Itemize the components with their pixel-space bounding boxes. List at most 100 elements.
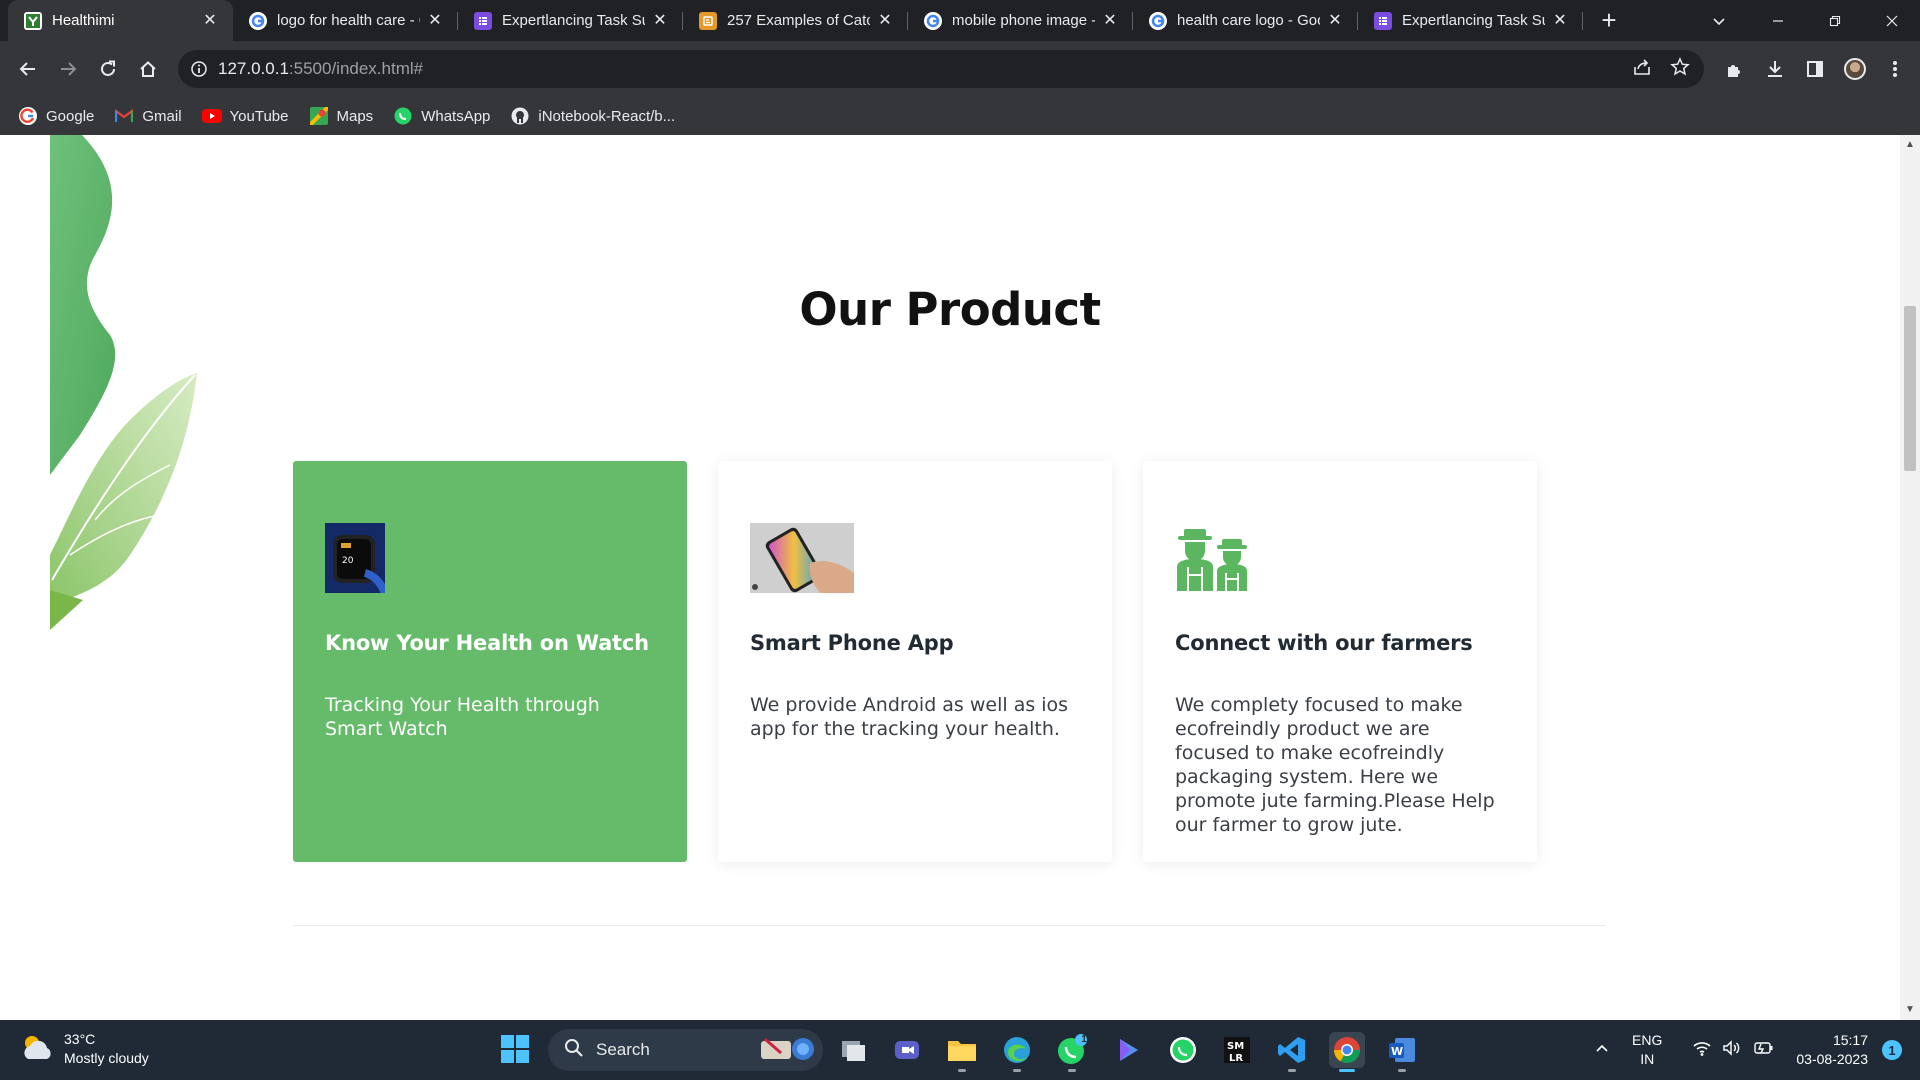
- task-view-icon[interactable]: [835, 1032, 871, 1068]
- forms-icon: [1374, 11, 1392, 30]
- copilot-icon[interactable]: [1110, 1032, 1146, 1068]
- bookmark-github[interactable]: iNotebook-React/b...: [510, 106, 675, 126]
- whatsapp-badge: 1: [1081, 1034, 1087, 1045]
- wifi-icon[interactable]: [1692, 1040, 1712, 1061]
- site-info-icon[interactable]: [190, 60, 208, 78]
- extensions-icon[interactable]: [1724, 58, 1746, 80]
- minimize-icon[interactable]: [1749, 0, 1806, 41]
- tab-catchy-examples[interactable]: 257 Examples of Catchy ✕: [683, 0, 908, 41]
- scroll-up-icon[interactable]: ▲: [1900, 137, 1920, 153]
- whatsapp-desktop-icon[interactable]: 1: [1054, 1032, 1090, 1072]
- tab-health-logo[interactable]: health care logo - Google ✕: [1133, 0, 1358, 41]
- menu-kebab-icon[interactable]: [1884, 58, 1906, 80]
- whatsapp-web-icon[interactable]: [1165, 1032, 1201, 1068]
- google-icon: [18, 106, 38, 126]
- tab-strip: Healthimi ✕ logo for health care - Googl…: [0, 0, 1920, 41]
- card-description: Tracking Your Health through Smart Watch: [325, 694, 600, 740]
- forms-icon: [474, 11, 492, 30]
- google-icon: [249, 11, 267, 30]
- browser-toolbar: 127.0.0.1:5500/index.html#: [0, 41, 1920, 97]
- forward-icon[interactable]: [48, 49, 88, 89]
- svg-text:LR: LR: [1229, 1053, 1243, 1064]
- close-tab-icon[interactable]: ✕: [1326, 12, 1344, 30]
- chrome-icon[interactable]: [1329, 1032, 1365, 1072]
- bookmark-gmail[interactable]: Gmail: [114, 106, 182, 126]
- chevron-up-icon[interactable]: [1594, 1040, 1610, 1061]
- bookmark-whatsapp[interactable]: WhatsApp: [393, 106, 490, 126]
- battery-icon[interactable]: [1752, 1040, 1774, 1061]
- tab-search-chevron-icon[interactable]: [1703, 0, 1735, 41]
- section-title: Our Product: [799, 283, 1101, 336]
- notification-badge[interactable]: 1: [1882, 1040, 1902, 1060]
- language-indicator[interactable]: ENG IN: [1632, 1031, 1662, 1069]
- product-card-watch[interactable]: 20 Know Your Health on Watch Tracking Yo…: [293, 461, 687, 862]
- bookmark-star-icon[interactable]: [1670, 56, 1690, 82]
- bookmark-label: iNotebook-React/b...: [538, 107, 676, 125]
- close-window-icon[interactable]: [1863, 0, 1920, 41]
- new-tab-button[interactable]: +: [1589, 0, 1629, 41]
- bookmark-youtube[interactable]: YouTube: [201, 106, 289, 126]
- card-title: Smart Phone App: [750, 631, 954, 655]
- word-icon[interactable]: W: [1384, 1032, 1420, 1072]
- gmail-icon: [114, 106, 134, 126]
- close-tab-icon[interactable]: ✕: [201, 12, 219, 30]
- weather-temperature: 33°C: [64, 1031, 96, 1047]
- maps-icon: [309, 106, 329, 126]
- profile-avatar[interactable]: [1844, 58, 1866, 80]
- back-icon[interactable]: [8, 49, 48, 89]
- bookmark-label: Gmail: [142, 107, 182, 125]
- smlr-app-icon[interactable]: SM LR: [1219, 1032, 1255, 1068]
- svg-text:20: 20: [342, 556, 354, 566]
- side-panel-icon[interactable]: [1804, 58, 1826, 80]
- share-icon[interactable]: [1632, 57, 1652, 82]
- restore-icon[interactable]: [1806, 0, 1863, 41]
- taskbar-search[interactable]: Search: [548, 1029, 823, 1071]
- tab-title: Expertlancing Task Submission: [502, 12, 645, 29]
- close-tab-icon[interactable]: ✕: [426, 12, 444, 30]
- edge-browser-icon[interactable]: [999, 1032, 1035, 1072]
- download-icon[interactable]: [1764, 58, 1786, 80]
- clock[interactable]: 15:17 03-08-2023: [1796, 1031, 1868, 1069]
- blogger-icon: [699, 11, 717, 30]
- file-explorer-icon[interactable]: [944, 1032, 980, 1072]
- product-card-farmers[interactable]: Connect with our farmers We complety foc…: [1143, 461, 1537, 862]
- tab-healthimi[interactable]: Healthimi ✕: [8, 0, 233, 41]
- volume-icon[interactable]: [1722, 1039, 1742, 1061]
- vertical-scrollbar[interactable]: ▲ ▼: [1900, 135, 1920, 1020]
- tab-expertlancing-2[interactable]: Expertlancing Task Submission ✕: [1358, 0, 1583, 41]
- bookmark-maps[interactable]: Maps: [309, 106, 373, 126]
- whatsapp-icon: [393, 106, 413, 126]
- leaf-decoration: [50, 135, 197, 630]
- phone-image: [750, 523, 1080, 593]
- vscode-icon[interactable]: [1274, 1032, 1310, 1072]
- scroll-down-icon[interactable]: ▼: [1900, 1002, 1920, 1018]
- page-viewport: Our Product 20 Know Your Health on Watch…: [0, 135, 1920, 1020]
- window-controls: [1749, 0, 1920, 41]
- search-icon: [564, 1038, 584, 1063]
- product-card-phone[interactable]: Smart Phone App We provide Android as we…: [718, 461, 1112, 862]
- url-host: 127.0.0.1: [218, 59, 289, 78]
- svg-text:SM: SM: [1227, 1041, 1244, 1052]
- windows-start-icon[interactable]: [500, 1034, 532, 1066]
- address-bar[interactable]: 127.0.0.1:5500/index.html#: [178, 50, 1704, 88]
- tab-expertlancing-1[interactable]: Expertlancing Task Submission ✕: [458, 0, 683, 41]
- tab-title: Expertlancing Task Submission: [1402, 12, 1545, 29]
- tab-mobile-image[interactable]: mobile phone image - Google ✕: [908, 0, 1133, 41]
- svg-text:W: W: [1391, 1045, 1403, 1058]
- close-tab-icon[interactable]: ✕: [1101, 12, 1119, 30]
- tab-title: mobile phone image - Google: [952, 12, 1095, 29]
- scroll-thumb[interactable]: [1904, 306, 1916, 471]
- teams-chat-icon[interactable]: [889, 1032, 925, 1068]
- tab-google-logo[interactable]: logo for health care - Google Search ✕: [233, 0, 458, 41]
- bookmark-google[interactable]: Google: [18, 106, 94, 126]
- close-tab-icon[interactable]: ✕: [876, 12, 894, 30]
- google-icon: [924, 11, 942, 30]
- language-code: ENG: [1632, 1032, 1663, 1048]
- farmers-icon: [1175, 523, 1505, 593]
- reload-icon[interactable]: [88, 49, 128, 89]
- close-tab-icon[interactable]: ✕: [651, 12, 669, 30]
- home-icon[interactable]: [128, 49, 168, 89]
- weather-widget[interactable]: 33°C Mostly cloudy: [20, 1030, 149, 1068]
- tab-title: Healthimi: [52, 12, 115, 29]
- close-tab-icon[interactable]: ✕: [1551, 12, 1569, 30]
